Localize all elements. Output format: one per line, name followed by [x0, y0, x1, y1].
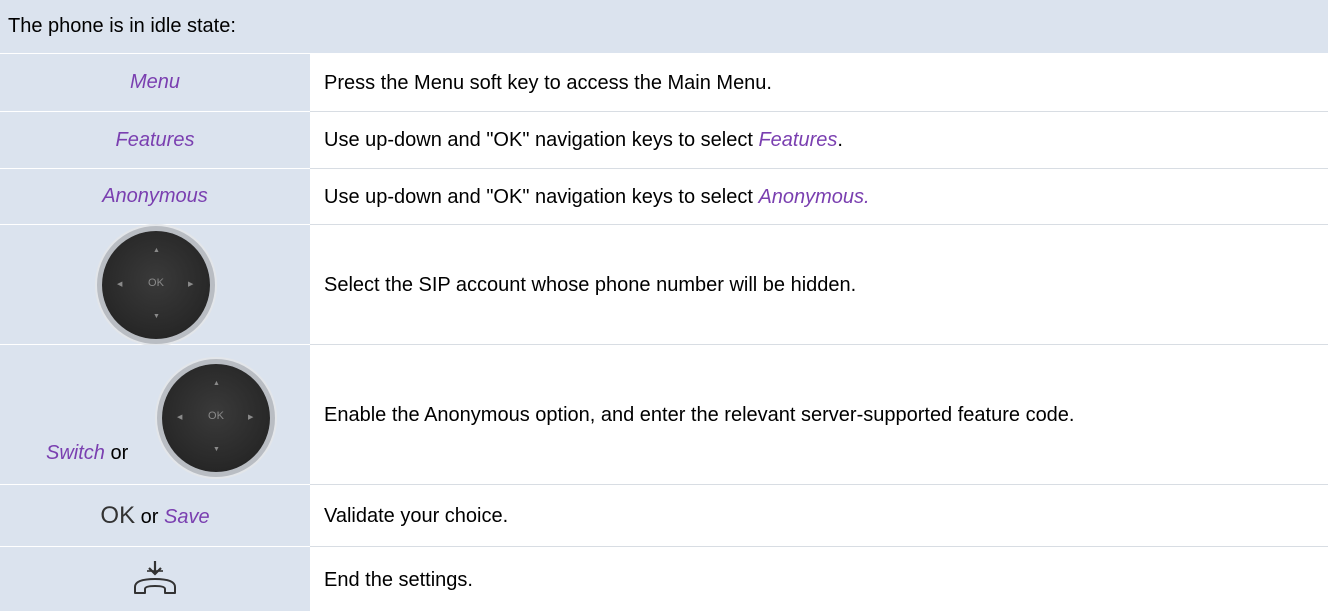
step-key-cell: ▲ ▼ ◀ ▶ OK: [0, 225, 310, 345]
description-text: Press the Menu soft key to access the Ma…: [324, 71, 772, 94]
description-text: Use up-down and "OK" navigation keys to …: [324, 182, 870, 212]
instruction-table: The phone is in idle state: Menu Press t…: [0, 0, 1328, 612]
description-text: End the settings.: [324, 568, 473, 591]
menu-softkey-label: Menu: [129, 71, 181, 93]
description-text: Enable the Anonymous option, and enter t…: [324, 403, 1075, 426]
description-text: Select the SIP account whose phone numbe…: [324, 273, 857, 296]
step-key-cell: Features: [0, 112, 310, 169]
switch-label-group: Switch or: [46, 442, 128, 465]
navigation-key-icon: ▲ ▼ ◀ ▶ OK: [162, 364, 270, 472]
features-label: Features: [115, 128, 195, 151]
save-softkey-label: Save: [164, 505, 210, 528]
ok-save-group: OK or Save: [100, 502, 209, 530]
anonymous-label: Anonymous: [102, 185, 208, 207]
or-separator: or: [135, 505, 164, 528]
description-text: Validate your choice.: [324, 504, 509, 527]
step-description: Use up-down and "OK" navigation keys to …: [310, 112, 1328, 169]
description-suffix: .: [837, 129, 843, 151]
table-row: Anonymous Use up-down and "OK" navigatio…: [0, 169, 1328, 225]
table-row: ▲ ▼ ◀ ▶ OK Select the SIP account whose …: [0, 225, 1328, 345]
description-prefix: Use up-down and "OK" navigation keys to …: [324, 185, 759, 208]
arrow-down-icon: ▼: [213, 446, 220, 453]
header-text: The phone is in idle state:: [8, 15, 236, 37]
description-emphasis: Features: [758, 129, 838, 151]
step-key-cell: Anonymous: [0, 169, 310, 225]
arrow-down-icon: ▼: [153, 313, 160, 320]
ok-key-label: OK: [148, 277, 164, 289]
step-key-cell: Menu: [0, 54, 310, 112]
step-description: Validate your choice.: [310, 485, 1328, 547]
or-separator: or: [104, 442, 129, 464]
description-emphasis: Anonymous.: [758, 185, 870, 208]
step-description: Press the Menu soft key to access the Ma…: [310, 54, 1328, 112]
step-description: Enable the Anonymous option, and enter t…: [310, 345, 1328, 485]
step-description: End the settings.: [310, 547, 1328, 612]
description-text: Use up-down and "OK" navigation keys to …: [324, 125, 843, 155]
arrow-up-icon: ▲: [153, 247, 160, 254]
navigation-key-icon: ▲ ▼ ◀ ▶ OK: [102, 231, 210, 339]
step-key-cell: ▲ ▼ ◀ ▶ OK Switch or: [0, 345, 310, 485]
description-prefix: Use up-down and "OK" navigation keys to …: [324, 129, 759, 151]
step-key-cell: OK or Save: [0, 485, 310, 547]
table-row: Features Use up-down and "OK" navigation…: [0, 112, 1328, 169]
ok-key-text: OK: [100, 501, 136, 529]
table-header: The phone is in idle state:: [0, 0, 1328, 54]
switch-softkey-label: Switch: [46, 442, 105, 464]
table-row: Menu Press the Menu soft key to access t…: [0, 54, 1328, 112]
step-description: Use up-down and "OK" navigation keys to …: [310, 169, 1328, 225]
hang-up-icon: [134, 561, 176, 594]
step-description: Select the SIP account whose phone numbe…: [310, 225, 1328, 345]
ok-key-label: OK: [208, 410, 224, 422]
table-row: OK or Save Validate your choice.: [0, 485, 1328, 547]
arrow-up-icon: ▲: [213, 380, 220, 387]
table-row: ▲ ▼ ◀ ▶ OK Switch or Enable the Anonymou…: [0, 345, 1328, 485]
table-row: End the settings.: [0, 547, 1328, 612]
step-key-cell: [0, 547, 310, 612]
